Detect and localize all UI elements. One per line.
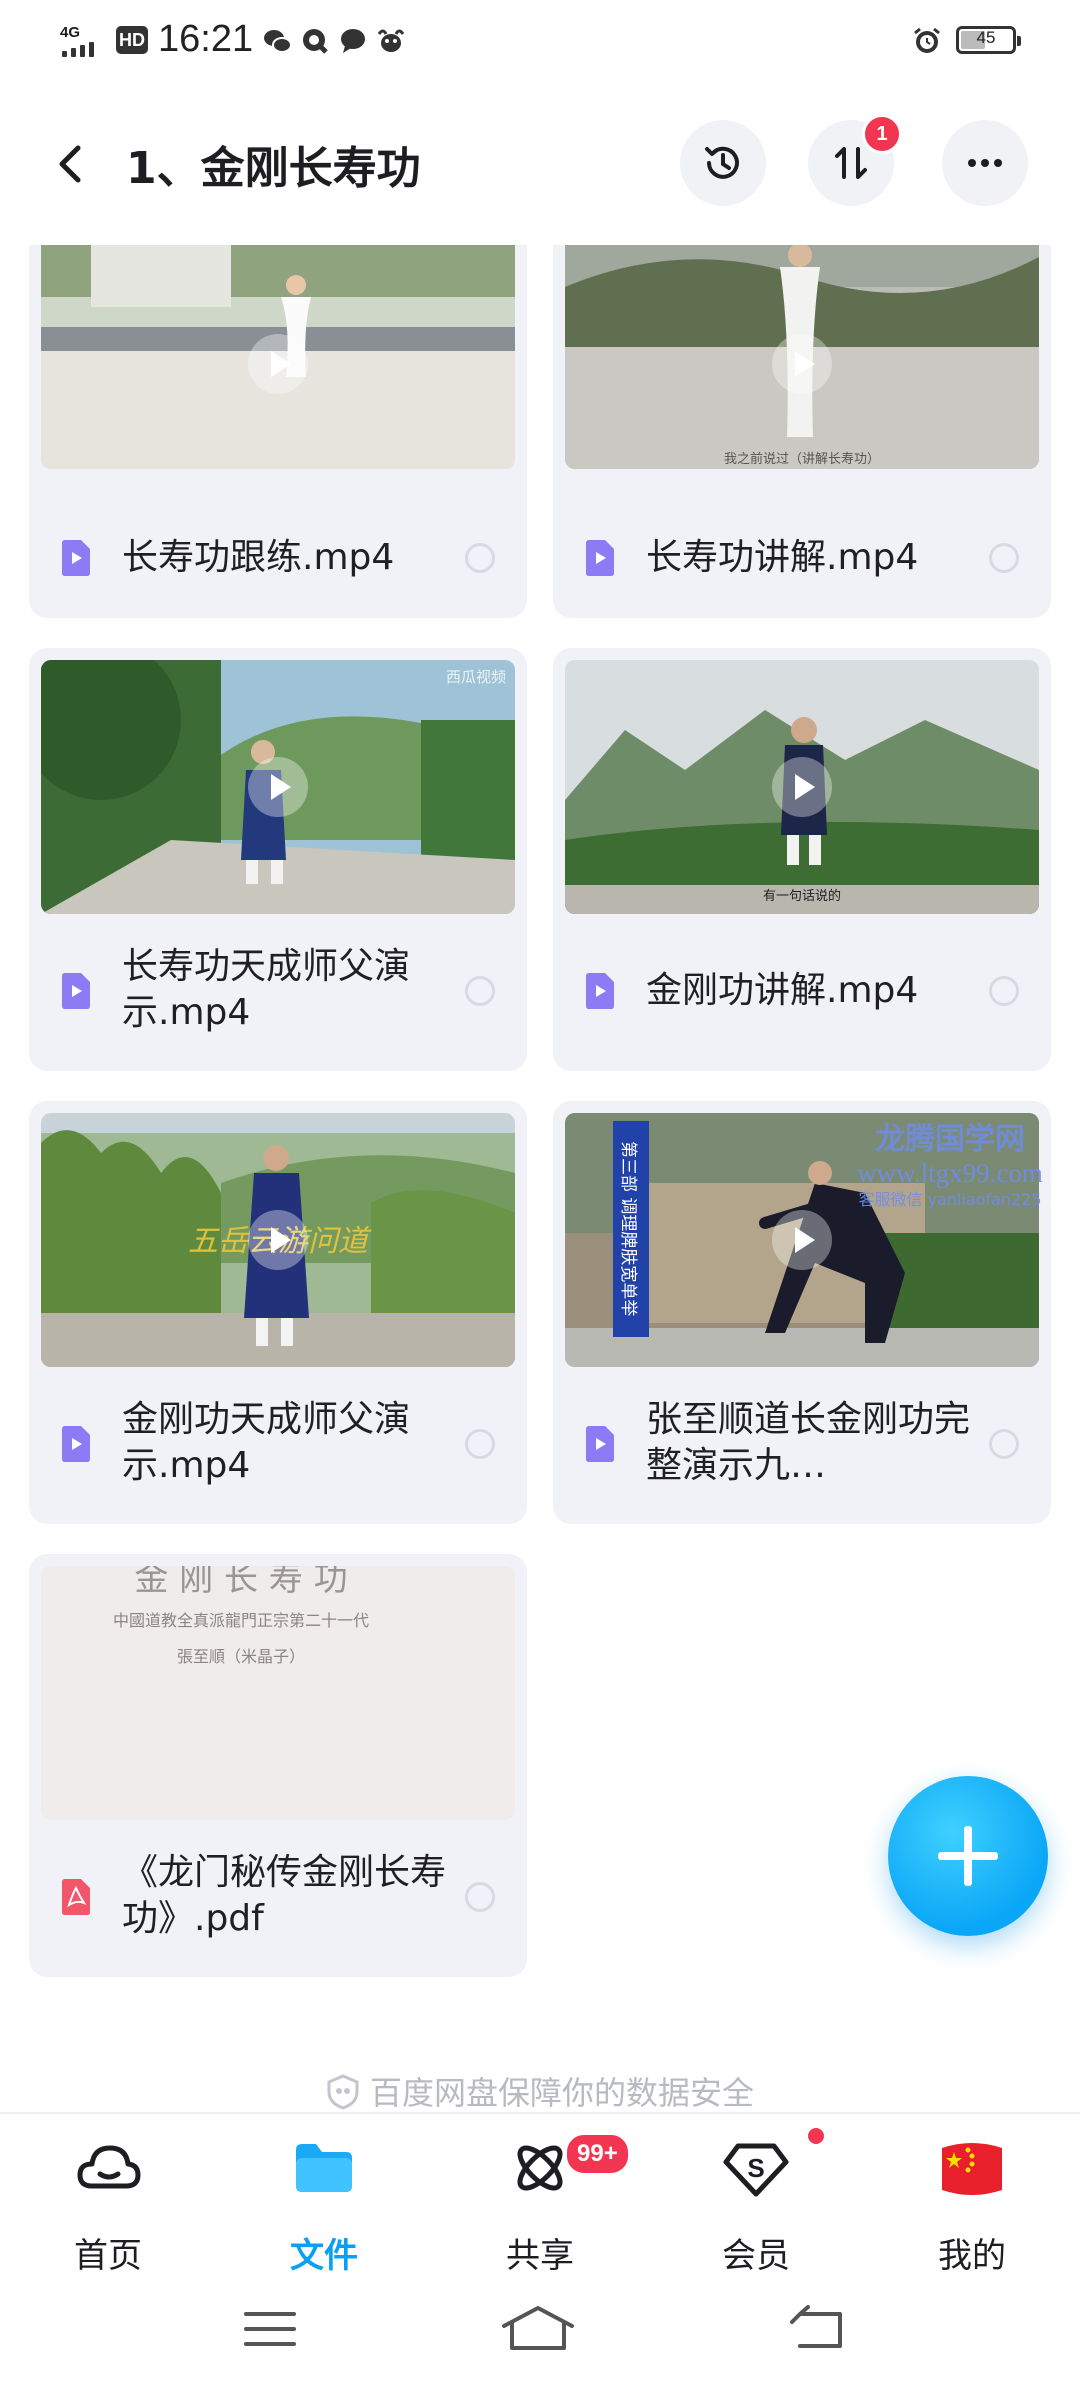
nav-files[interactable]: 文件 xyxy=(216,2114,432,2276)
share-badge: 99+ xyxy=(564,2132,631,2176)
select-radio[interactable] xyxy=(465,1882,495,1912)
video-thumbnail: 西瓜视频 xyxy=(41,660,515,914)
video-watermark: 西瓜视频 xyxy=(446,668,506,686)
video-file-icon xyxy=(62,1426,90,1462)
select-radio[interactable] xyxy=(465,1429,495,1459)
file-card[interactable]: 长寿功跟练.mp4 xyxy=(29,245,527,618)
nav-home[interactable]: 首页 xyxy=(0,2114,216,2276)
history-icon xyxy=(705,146,739,179)
select-radio[interactable] xyxy=(465,976,495,1006)
watermark-title: 龙腾国学网 xyxy=(875,1122,1025,1157)
status-bar: 4G HD 16:21 45 xyxy=(0,0,1080,80)
nav-vip[interactable]: S 会员 xyxy=(648,2114,864,2276)
play-icon xyxy=(772,757,832,817)
pdf-thumbnail: 金 刚 长 寿 功 中國道教全真派龍門正宗第二十一代 張至順（米晶子） xyxy=(41,1566,515,1820)
video-banner: 第三部 调理脾肤宽单举 xyxy=(618,1141,638,1316)
nav-label: 文件 xyxy=(290,2236,358,2276)
alarm-icon xyxy=(914,27,940,53)
page-title: 1、金刚长寿功 xyxy=(126,143,421,194)
video-file-icon xyxy=(586,973,614,1009)
pdf-file-icon xyxy=(62,1879,90,1915)
file-name: 长寿功讲解.mp4 xyxy=(646,537,919,578)
video-thumbnail xyxy=(41,245,515,469)
share-atom-icon xyxy=(517,2145,563,2191)
security-note: 百度网盘保障你的数据安全 xyxy=(0,2068,1080,2114)
site-watermark: 龙腾国学网 www.ltgx99.com 客服微信 yanliaofan225 xyxy=(820,1123,1080,1211)
battery-level: 45 xyxy=(976,28,996,47)
watermark-contact: 客服微信 yanliaofan225 xyxy=(858,1190,1042,1209)
select-radio[interactable] xyxy=(989,976,1019,1006)
clock: 16:21 xyxy=(158,18,254,60)
pdf-doc-line: 中國道教全真派龍門正宗第二十一代 xyxy=(113,1611,369,1630)
bottom-navigation: 首页 文件 99+ 共享 S 会员 我的 xyxy=(0,2112,1080,2276)
video-thumbnail: 有一句话说的 xyxy=(565,660,1039,914)
home-icon[interactable] xyxy=(500,2304,576,2354)
select-radio[interactable] xyxy=(989,1429,1019,1459)
wechat-icon xyxy=(264,30,292,53)
file-card[interactable]: 有一句话说的 金刚功讲解.mp4 xyxy=(553,648,1051,1071)
nav-label: 首页 xyxy=(74,2236,142,2276)
top-bar: 1、金刚长寿功 1 xyxy=(0,110,1080,220)
file-name: 长寿功天成师父演示.mp4 xyxy=(122,946,411,1033)
video-file-icon xyxy=(586,540,614,576)
play-icon xyxy=(772,334,832,394)
video-file-icon xyxy=(62,973,90,1009)
china-flag-avatar-icon xyxy=(942,2143,1002,2195)
vip-diamond-icon: S xyxy=(723,2143,789,2197)
file-name: 《龙门秘传金刚长寿功》.pdf xyxy=(122,1852,447,1939)
pdf-doc-author: 張至順（米晶子） xyxy=(177,1647,305,1666)
folder-icon xyxy=(296,2144,352,2192)
file-card[interactable]: 金 刚 长 寿 功 中國道教全真派龍門正宗第二十一代 張至順（米晶子） 《龙门秘… xyxy=(29,1554,527,1977)
add-upload-button[interactable] xyxy=(888,1776,1048,1936)
pdf-doc-title: 金 刚 长 寿 功 xyxy=(134,1566,347,1599)
video-subtitle: 我之前说过（讲解长寿功） xyxy=(724,451,880,467)
recent-apps-icon[interactable] xyxy=(240,2304,300,2354)
system-navigation-bar xyxy=(0,2280,1080,2400)
video-file-icon xyxy=(62,540,90,576)
nav-label: 共享 xyxy=(506,2236,574,2276)
select-radio[interactable] xyxy=(465,543,495,573)
video-thumbnail: 我之前说过（讲解长寿功） xyxy=(565,245,1039,469)
security-note-text: 百度网盘保障你的数据安全 xyxy=(369,2074,754,2112)
nav-share[interactable]: 99+ 共享 xyxy=(432,2114,648,2276)
file-name: 金刚功讲解.mp4 xyxy=(646,970,919,1011)
message-icon xyxy=(341,29,365,53)
select-radio[interactable] xyxy=(989,543,1019,573)
nav-label: 我的 xyxy=(938,2236,1006,2276)
file-card[interactable]: 西瓜视频 长寿功天成师父演示.mp4 xyxy=(29,648,527,1071)
file-card[interactable]: 五岳云游问道 金刚功天成师父演示.mp4 xyxy=(29,1101,527,1524)
transfer-sort-button[interactable]: 1 xyxy=(808,114,902,206)
network-type: 4G xyxy=(60,24,81,41)
cloud-home-icon xyxy=(77,2145,141,2189)
cow-icon xyxy=(377,29,405,52)
file-name: 张至顺道长金刚功完整演示九… xyxy=(646,1399,971,1486)
video-subtitle: 有一句话说的 xyxy=(763,888,841,904)
play-icon xyxy=(248,757,308,817)
svg-text:S: S xyxy=(747,2153,764,2183)
vip-notification-dot xyxy=(806,2126,826,2146)
video-thumbnail: 五岳云游问道 xyxy=(41,1113,515,1367)
file-card[interactable]: 我之前说过（讲解长寿功） 长寿功讲解.mp4 xyxy=(553,245,1051,618)
more-icon xyxy=(968,159,1002,167)
nav-label: 会员 xyxy=(722,2236,790,2276)
play-icon xyxy=(248,1210,308,1270)
play-icon xyxy=(772,1210,832,1270)
hd-voice-icon: HD xyxy=(116,26,148,54)
quark-icon xyxy=(303,29,328,54)
video-file-icon xyxy=(586,1426,614,1462)
cellular-signal-icon: 4G xyxy=(60,24,110,60)
more-button[interactable] xyxy=(942,120,1028,206)
file-name: 长寿功跟练.mp4 xyxy=(122,537,395,578)
battery-icon: 45 xyxy=(956,26,1021,54)
play-icon xyxy=(248,334,308,394)
transfer-badge: 1 xyxy=(862,114,902,154)
back-gesture-icon[interactable] xyxy=(790,2304,850,2354)
history-button[interactable] xyxy=(680,120,766,206)
file-name: 金刚功天成师父演示.mp4 xyxy=(122,1399,411,1486)
back-button[interactable] xyxy=(44,134,100,194)
nav-profile[interactable]: 我的 xyxy=(864,2114,1080,2276)
watermark-url: www.ltgx99.com xyxy=(857,1158,1043,1188)
shield-icon xyxy=(327,2074,359,2110)
